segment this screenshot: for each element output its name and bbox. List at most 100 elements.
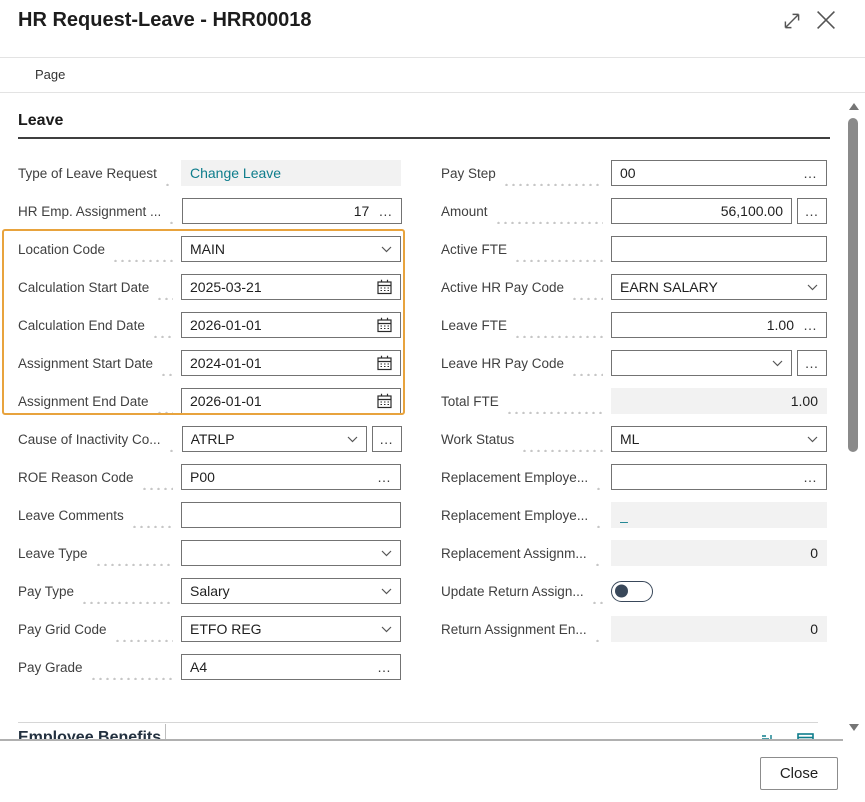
assist-ellipsis-icon[interactable]: … — [803, 320, 818, 330]
field-label: Leave Comments — [18, 508, 124, 523]
type-of-leave-request-field[interactable]: Change Leave — [181, 160, 401, 186]
field-row-active-fte: Active FTE — [441, 236, 827, 262]
field-row-pay-type: Pay Type Salary — [18, 578, 401, 604]
calendar-icon[interactable] — [377, 279, 392, 295]
pay-type-select[interactable]: Salary — [181, 578, 401, 604]
scrollbar-thumb[interactable] — [848, 118, 858, 452]
dotted-leader — [514, 312, 603, 338]
field-label: Update Return Assign... — [441, 584, 584, 599]
expand-dialog-icon[interactable] — [781, 10, 803, 32]
leave-comments-field[interactable] — [181, 502, 401, 528]
cause-of-inactivity-code-select[interactable]: ATRLP — [182, 426, 367, 452]
field-row-pay-grid-code: Pay Grid Code ETFO REG — [18, 616, 401, 642]
dotted-leader — [594, 616, 603, 642]
dotted-leader — [141, 464, 173, 490]
field-row-pay-step: Pay Step 00… — [441, 160, 827, 186]
pay-grade-field[interactable]: A4… — [181, 654, 401, 680]
leave-fte-field[interactable]: 1.00… — [611, 312, 827, 338]
assist-ellipsis-icon[interactable]: … — [803, 168, 818, 178]
calendar-icon[interactable] — [377, 355, 392, 371]
dotted-leader — [112, 236, 173, 262]
dotted-leader — [591, 578, 603, 604]
assist-ellipsis-icon[interactable]: … — [377, 472, 392, 482]
assist-ellipsis-icon[interactable]: … — [378, 206, 393, 216]
field-label: Leave Type — [18, 546, 88, 561]
pay-grid-code-select[interactable]: ETFO REG — [181, 616, 401, 642]
pay-step-field[interactable]: 00… — [611, 160, 827, 186]
update-return-assignment-toggle[interactable] — [611, 581, 653, 602]
field-label: Return Assignment En... — [441, 622, 587, 637]
dotted-leader — [495, 198, 603, 224]
dotted-leader — [152, 312, 173, 338]
dotted-leader — [595, 464, 603, 490]
field-row-assignment-end-date: Assignment End Date 2026-01-01 — [18, 388, 401, 414]
assignment-start-date-field[interactable]: 2024-01-01 — [181, 350, 401, 376]
chevron-down-icon — [347, 436, 358, 443]
vertical-scrollbar[interactable] — [845, 97, 861, 737]
field-label: Location Code — [18, 242, 105, 257]
assist-ellipsis-icon[interactable]: … — [377, 662, 392, 672]
roe-reason-code-field[interactable]: P00… — [181, 464, 401, 490]
dotted-leader — [594, 540, 603, 566]
field-label: Calculation End Date — [18, 318, 145, 333]
dotted-leader — [114, 616, 173, 642]
column-splitter — [165, 724, 166, 740]
dotted-leader — [503, 160, 603, 186]
assist-ellipsis-button[interactable]: … — [797, 198, 827, 224]
field-row-replacement-employee-name: Replacement Employe... _ — [441, 502, 827, 528]
chevron-down-icon — [381, 550, 392, 557]
active-fte-field[interactable] — [611, 236, 827, 262]
field-row-leave-hr-pay-code: Leave HR Pay Code … — [441, 350, 827, 376]
calendar-icon[interactable] — [377, 393, 392, 409]
location-code-select[interactable]: MAIN — [181, 236, 401, 262]
replacement-employee-field[interactable]: … — [611, 464, 827, 490]
field-row-pay-grade: Pay Grade A4… — [18, 654, 401, 680]
menu-item-page[interactable]: Page — [35, 64, 65, 86]
assist-ellipsis-icon[interactable]: … — [803, 472, 818, 482]
chevron-down-icon — [381, 246, 392, 253]
field-row-replacement-employee: Replacement Employe... … — [441, 464, 827, 490]
field-row-roe-reason-code: ROE Reason Code P00… — [18, 464, 401, 490]
field-label: Active FTE — [441, 242, 507, 257]
field-label: Leave FTE — [441, 318, 507, 333]
leave-hr-pay-code-select[interactable] — [611, 350, 792, 376]
work-status-select[interactable]: ML — [611, 426, 827, 452]
field-label: Active HR Pay Code — [441, 280, 564, 295]
dotted-leader — [571, 350, 603, 376]
assignment-end-date-field[interactable]: 2026-01-01 — [181, 388, 401, 414]
return-assignment-entry-field: 0 — [611, 616, 827, 642]
dotted-leader — [506, 388, 603, 414]
active-hr-pay-code-select[interactable]: EARN SALARY — [611, 274, 827, 300]
assist-ellipsis-button[interactable]: … — [372, 426, 402, 452]
field-label: Pay Type — [18, 584, 74, 599]
amount-field[interactable]: 56,100.00 — [611, 198, 792, 224]
section-title-leave: Leave — [18, 112, 63, 130]
dotted-leader — [95, 540, 173, 566]
scroll-down-arrow-icon[interactable] — [849, 724, 859, 731]
close-button[interactable]: Close — [760, 757, 838, 790]
assist-ellipsis-button[interactable]: … — [797, 350, 827, 376]
content-bottom-border — [0, 739, 843, 741]
fields-column-right: Pay Step 00… Amount 56,100.00… Active FT… — [441, 160, 827, 692]
replacement-employee-name-field[interactable]: _ — [611, 502, 827, 528]
dotted-leader — [164, 160, 173, 186]
field-row-total-fte: Total FTE 1.00 — [441, 388, 827, 414]
field-row-calculation-end-date: Calculation End Date 2026-01-01 — [18, 312, 401, 338]
chevron-down-icon — [381, 626, 392, 633]
header-divider — [0, 57, 865, 58]
section-divider — [18, 722, 818, 723]
field-label: Pay Grid Code — [18, 622, 107, 637]
close-dialog-icon[interactable] — [814, 8, 838, 32]
field-label: Replacement Employe... — [441, 508, 588, 523]
leave-type-select[interactable] — [181, 540, 401, 566]
dotted-leader — [168, 426, 174, 452]
chevron-down-icon — [807, 436, 818, 443]
chevron-down-icon — [807, 284, 818, 291]
scroll-up-arrow-icon[interactable] — [849, 103, 859, 110]
chevron-down-icon — [381, 588, 392, 595]
hr-emp-assignment-field[interactable]: 17… — [182, 198, 402, 224]
calculation-start-date-field[interactable]: 2025-03-21 — [181, 274, 401, 300]
field-label: ROE Reason Code — [18, 470, 134, 485]
calculation-end-date-field[interactable]: 2026-01-01 — [181, 312, 401, 338]
calendar-icon[interactable] — [377, 317, 392, 333]
